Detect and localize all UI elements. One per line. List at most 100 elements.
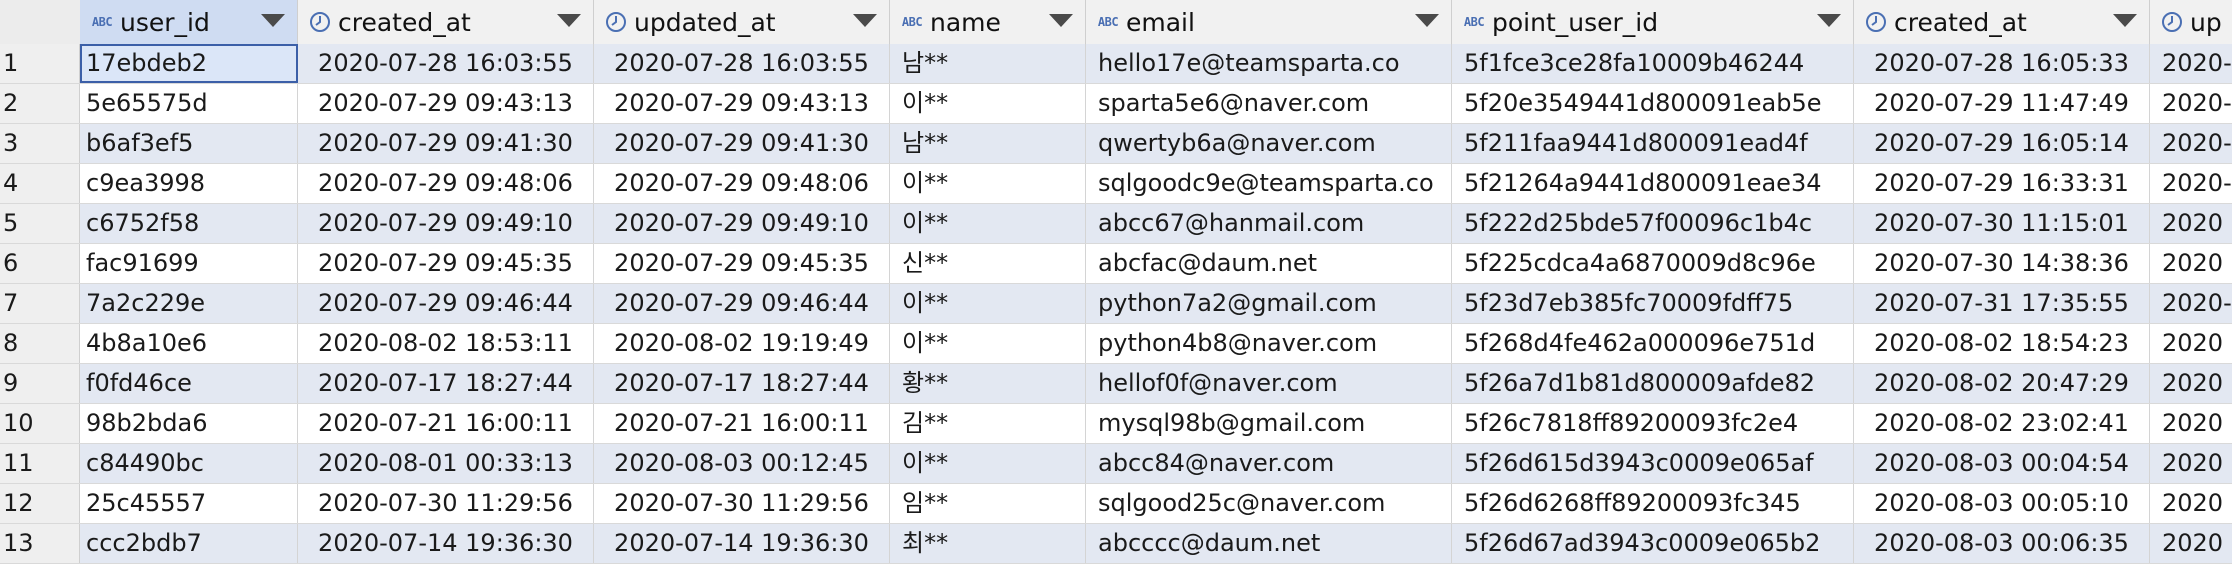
- column-header-updated_at[interactable]: updated_at: [594, 0, 890, 44]
- row-number-corner[interactable]: [0, 0, 81, 44]
- cell-point_user_id[interactable]: 5f268d4fe462a000096e751d: [1452, 324, 1854, 363]
- cell-updated-partial[interactable]: 2020-: [2150, 284, 2232, 323]
- chevron-down-icon[interactable]: [2113, 14, 2137, 27]
- cell-updated_at[interactable]: 2020-07-29 09:49:10: [594, 204, 890, 243]
- cell-created_at[interactable]: 2020-07-29 09:45:35: [298, 244, 594, 283]
- table-row[interactable]: 9 f0fd46ce 2020-07-17 18:27:44 2020-07-17 1…: [0, 364, 2232, 404]
- cell-updated_at[interactable]: 2020-07-29 09:43:13: [594, 84, 890, 123]
- chevron-down-icon[interactable]: [557, 14, 581, 27]
- cell-updated_at[interactable]: 2020-08-03 00:12:45: [594, 444, 890, 483]
- cell-updated-partial[interactable]: 2020-: [2150, 84, 2232, 123]
- cell-name[interactable]: 황**: [890, 364, 1086, 403]
- cell-user_id[interactable]: ccc2bdb7: [80, 524, 298, 563]
- cell-created_at-2[interactable]: 2020-07-29 16:33:31: [1854, 164, 2150, 203]
- cell-created_at-2[interactable]: 2020-07-28 16:05:33: [1854, 44, 2150, 83]
- cell-created_at-2[interactable]: 2020-08-02 20:47:29: [1854, 364, 2150, 403]
- cell-name[interactable]: 이**: [890, 284, 1086, 323]
- cell-name[interactable]: 남**: [890, 124, 1086, 163]
- cell-user_id[interactable]: 7a2c229e: [80, 284, 298, 323]
- cell-point_user_id[interactable]: 5f26d67ad3943c0009e065b2: [1452, 524, 1854, 563]
- row-number[interactable]: 1: [0, 44, 80, 83]
- column-header-created_at-2[interactable]: created_at: [1854, 0, 2150, 44]
- cell-updated-partial[interactable]: 2020: [2150, 444, 2232, 483]
- table-row[interactable]: 7 7a2c229e 2020-07-29 09:46:44 2020-07-29 0…: [0, 284, 2232, 324]
- cell-created_at-2[interactable]: 2020-08-03 00:05:10: [1854, 484, 2150, 523]
- cell-created_at-2[interactable]: 2020-07-30 14:38:36: [1854, 244, 2150, 283]
- cell-email[interactable]: mysql98b@gmail.com: [1086, 404, 1452, 443]
- row-number[interactable]: 8: [0, 324, 80, 363]
- cell-name[interactable]: 이**: [890, 204, 1086, 243]
- row-number[interactable]: 2: [0, 84, 80, 123]
- cell-updated_at[interactable]: 2020-07-29 09:46:44: [594, 284, 890, 323]
- table-row[interactable]: 1 17ebdeb2 2020-07-28 16:03:55 2020-07-28 1…: [0, 44, 2232, 84]
- cell-created_at[interactable]: 2020-07-29 09:48:06: [298, 164, 594, 203]
- cell-created_at-2[interactable]: 2020-08-02 23:02:41: [1854, 404, 2150, 443]
- cell-name[interactable]: 이**: [890, 84, 1086, 123]
- cell-created_at[interactable]: 2020-07-29 09:41:30: [298, 124, 594, 163]
- cell-point_user_id[interactable]: 5f225cdca4a6870009d8c96e: [1452, 244, 1854, 283]
- cell-user_id[interactable]: c6752f58: [80, 204, 298, 243]
- cell-email[interactable]: qwertyb6a@naver.com: [1086, 124, 1452, 163]
- cell-point_user_id[interactable]: 5f211faa9441d800091ead4f: [1452, 124, 1854, 163]
- cell-email[interactable]: python7a2@gmail.com: [1086, 284, 1452, 323]
- cell-email[interactable]: hellof0f@naver.com: [1086, 364, 1452, 403]
- cell-created_at-2[interactable]: 2020-08-03 00:06:35: [1854, 524, 2150, 563]
- cell-updated-partial[interactable]: 2020-: [2150, 124, 2232, 163]
- cell-point_user_id[interactable]: 5f26c7818ff89200093fc2e4: [1452, 404, 1854, 443]
- cell-updated-partial[interactable]: 2020: [2150, 324, 2232, 363]
- cell-point_user_id[interactable]: 5f222d25bde57f00096c1b4c: [1452, 204, 1854, 243]
- column-header-updated-partial[interactable]: up: [2150, 0, 2232, 44]
- cell-user_id[interactable]: 5e65575d: [80, 84, 298, 123]
- cell-created_at[interactable]: 2020-07-29 09:46:44: [298, 284, 594, 323]
- cell-created_at[interactable]: 2020-08-01 00:33:13: [298, 444, 594, 483]
- cell-point_user_id[interactable]: 5f23d7eb385fc70009fdff75: [1452, 284, 1854, 323]
- cell-created_at[interactable]: 2020-07-29 09:43:13: [298, 84, 594, 123]
- cell-user_id[interactable]: 25c45557: [80, 484, 298, 523]
- cell-updated_at[interactable]: 2020-07-14 19:36:30: [594, 524, 890, 563]
- row-number[interactable]: 5: [0, 204, 80, 243]
- column-header-created_at[interactable]: created_at: [298, 0, 594, 44]
- cell-created_at[interactable]: 2020-07-30 11:29:56: [298, 484, 594, 523]
- cell-created_at[interactable]: 2020-07-17 18:27:44: [298, 364, 594, 403]
- cell-email[interactable]: sqlgood25c@naver.com: [1086, 484, 1452, 523]
- cell-created_at[interactable]: 2020-08-02 18:53:11: [298, 324, 594, 363]
- column-header-user_id[interactable]: ABC user_id: [80, 0, 298, 44]
- cell-updated-partial[interactable]: 2020: [2150, 244, 2232, 283]
- cell-email[interactable]: hello17e@teamsparta.co: [1086, 44, 1452, 83]
- cell-updated_at[interactable]: 2020-07-29 09:41:30: [594, 124, 890, 163]
- cell-user_id[interactable]: c9ea3998: [80, 164, 298, 203]
- cell-created_at[interactable]: 2020-07-14 19:36:30: [298, 524, 594, 563]
- cell-email[interactable]: sqlgoodc9e@teamsparta.co: [1086, 164, 1452, 203]
- cell-updated-partial[interactable]: 2020: [2150, 404, 2232, 443]
- cell-email[interactable]: python4b8@naver.com: [1086, 324, 1452, 363]
- chevron-down-icon[interactable]: [1049, 14, 1073, 27]
- table-row[interactable]: 4 c9ea3998 2020-07-29 09:48:06 2020-07-29 0…: [0, 164, 2232, 204]
- cell-updated-partial[interactable]: 2020: [2150, 484, 2232, 523]
- cell-created_at-2[interactable]: 2020-07-29 11:47:49: [1854, 84, 2150, 123]
- cell-name[interactable]: 최**: [890, 524, 1086, 563]
- cell-name[interactable]: 이**: [890, 444, 1086, 483]
- row-number[interactable]: 4: [0, 164, 80, 203]
- column-header-name[interactable]: ABC name: [890, 0, 1086, 44]
- row-number[interactable]: 3: [0, 124, 80, 163]
- cell-updated-partial[interactable]: 2020: [2150, 364, 2232, 403]
- cell-updated_at[interactable]: 2020-07-29 09:45:35: [594, 244, 890, 283]
- cell-updated_at[interactable]: 2020-07-30 11:29:56: [594, 484, 890, 523]
- cell-email[interactable]: sparta5e6@naver.com: [1086, 84, 1452, 123]
- cell-name[interactable]: 이**: [890, 164, 1086, 203]
- cell-name[interactable]: 신**: [890, 244, 1086, 283]
- row-number[interactable]: 12: [0, 484, 80, 523]
- cell-updated_at[interactable]: 2020-08-02 19:19:49: [594, 324, 890, 363]
- chevron-down-icon[interactable]: [1415, 14, 1439, 27]
- cell-name[interactable]: 임**: [890, 484, 1086, 523]
- chevron-down-icon[interactable]: [853, 14, 877, 27]
- cell-created_at-2[interactable]: 2020-07-30 11:15:01: [1854, 204, 2150, 243]
- table-row[interactable]: 12 25c45557 2020-07-30 11:29:56 2020-07-30 …: [0, 484, 2232, 524]
- cell-updated-partial[interactable]: 2020-: [2150, 164, 2232, 203]
- cell-name[interactable]: 이**: [890, 324, 1086, 363]
- cell-updated_at[interactable]: 2020-07-28 16:03:55: [594, 44, 890, 83]
- row-number[interactable]: 10: [0, 404, 80, 443]
- cell-point_user_id[interactable]: 5f1fce3ce28fa10009b46244: [1452, 44, 1854, 83]
- cell-email[interactable]: abcccc@daum.net: [1086, 524, 1452, 563]
- chevron-down-icon[interactable]: [1817, 14, 1841, 27]
